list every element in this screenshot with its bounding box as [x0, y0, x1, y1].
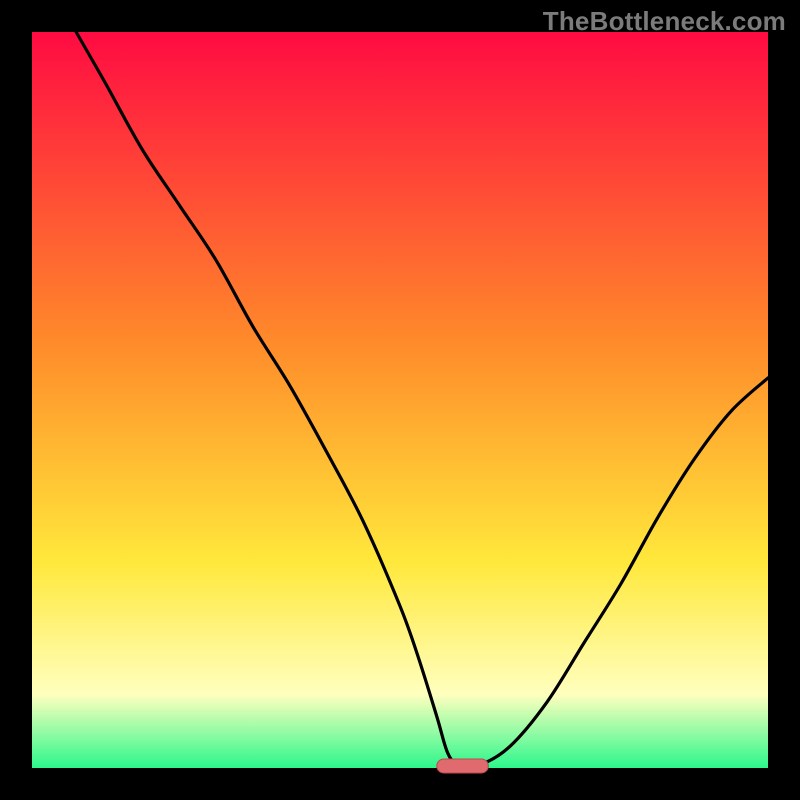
chart-container: TheBottleneck.com	[0, 0, 800, 800]
watermark-text: TheBottleneck.com	[543, 6, 786, 37]
plot-area	[32, 32, 768, 773]
gradient-background	[32, 32, 768, 768]
bottleneck-chart	[0, 0, 800, 800]
optimal-range-marker	[437, 759, 489, 773]
